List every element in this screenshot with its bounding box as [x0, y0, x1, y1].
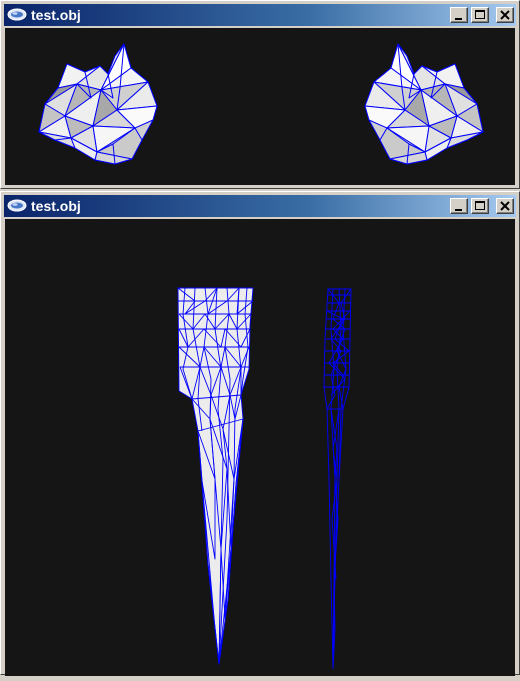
minimize-icon	[455, 209, 462, 211]
minimize-button[interactable]	[450, 7, 468, 23]
title-bar[interactable]: test.obj	[4, 195, 516, 217]
viewer-window-bottom: test.obj	[0, 191, 520, 676]
minimize-icon	[455, 18, 462, 20]
mesh-render-top	[38, 43, 484, 165]
close-button[interactable]	[496, 198, 514, 214]
app-icon	[7, 199, 27, 212]
shaded-mesh-right	[364, 43, 484, 165]
close-icon	[500, 10, 510, 20]
window-title: test.obj	[31, 198, 81, 214]
maximize-button[interactable]	[471, 198, 489, 214]
wireframe-spike-mesh	[323, 288, 352, 670]
title-bar[interactable]: test.obj	[4, 4, 516, 26]
maximize-icon	[475, 10, 485, 19]
close-icon	[500, 201, 510, 211]
app-icon	[7, 8, 27, 21]
window-title: test.obj	[31, 7, 81, 23]
minimize-button[interactable]	[450, 198, 468, 214]
shaded-mesh-left	[38, 43, 158, 165]
render-viewport[interactable]	[5, 219, 515, 676]
maximize-button[interactable]	[471, 7, 489, 23]
mesh-render-side	[177, 287, 352, 670]
render-viewport[interactable]	[5, 28, 515, 185]
viewer-window-top: test.obj	[0, 0, 520, 189]
shaded-spike-mesh	[177, 287, 254, 665]
maximize-icon	[475, 201, 485, 210]
close-button[interactable]	[496, 7, 514, 23]
